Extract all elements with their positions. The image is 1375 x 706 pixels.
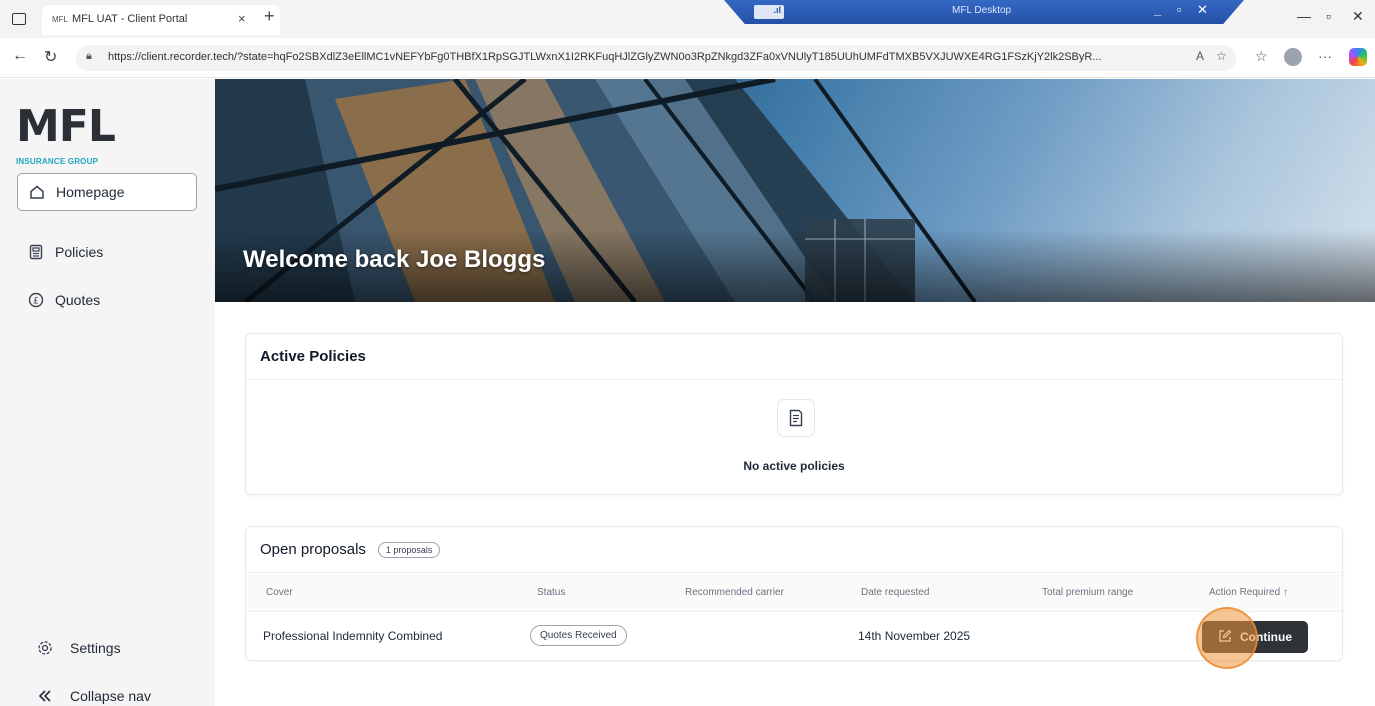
settings-label: Settings bbox=[70, 640, 121, 656]
url-text: https://client.recorder.tech/?state=hqFo… bbox=[108, 51, 1102, 63]
minimize-icon[interactable]: — bbox=[1297, 8, 1311, 24]
column-header-action[interactable]: Action Required ↑ bbox=[1209, 587, 1288, 598]
collapse-nav-label: Collapse nav bbox=[70, 688, 151, 704]
open-proposals-card: Open proposals 1 proposals Cover Status … bbox=[245, 526, 1343, 661]
refresh-icon[interactable]: ↻ bbox=[44, 47, 57, 67]
table-header: Cover Status Recommended carrier Date re… bbox=[246, 574, 1342, 612]
sidebar-item-settings[interactable]: Settings bbox=[36, 639, 121, 657]
home-icon bbox=[28, 183, 46, 201]
welcome-title: Welcome back Joe Bloggs bbox=[243, 246, 546, 273]
address-bar-row: ← ↻ 🔒︎ https://client.recorder.tech/?sta… bbox=[0, 38, 1375, 78]
sidebar-item-label: Policies bbox=[55, 244, 104, 260]
browser-tab[interactable]: MFL MFL UAT - Client Portal × bbox=[42, 5, 280, 35]
hero-banner: Welcome back Joe Bloggs bbox=[215, 79, 1375, 302]
column-header-date[interactable]: Date requested bbox=[861, 587, 929, 598]
restore-icon[interactable]: ▫ bbox=[1326, 8, 1331, 24]
open-proposals-header: Open proposals 1 proposals bbox=[246, 527, 1342, 573]
continue-label: Continue bbox=[1240, 630, 1292, 644]
remote-signal-icon: .ıl bbox=[754, 5, 784, 19]
sidebar-item-label: Homepage bbox=[56, 184, 125, 200]
remote-desktop-bar: .ıl MFL Desktop _ ▫ ✕ bbox=[724, 0, 1244, 24]
tab-favicon-icon: MFL bbox=[52, 15, 68, 24]
empty-state-text: No active policies bbox=[743, 459, 845, 473]
column-header-premium[interactable]: Total premium range bbox=[1042, 587, 1133, 598]
sidebar: MFL INSURANCE GROUP Homepage Policies £ … bbox=[0, 79, 215, 706]
active-policies-card: Active Policies No active policies bbox=[245, 333, 1343, 495]
column-header-carrier[interactable]: Recommended carrier bbox=[685, 587, 784, 598]
read-aloud-icon[interactable]: A bbox=[1196, 49, 1204, 63]
pound-icon: £ bbox=[27, 291, 45, 309]
more-menu-icon[interactable]: ··· bbox=[1318, 48, 1332, 64]
double-chevron-left-icon bbox=[36, 687, 54, 705]
logo-text: MFL bbox=[16, 101, 116, 152]
continue-button[interactable]: Continue bbox=[1202, 621, 1308, 653]
svg-text:£: £ bbox=[33, 297, 39, 307]
open-proposals-title: Open proposals bbox=[260, 541, 366, 558]
sidebar-item-quotes[interactable]: £ Quotes bbox=[17, 281, 197, 319]
policies-icon bbox=[27, 243, 45, 261]
tab-close-icon[interactable]: × bbox=[238, 11, 246, 26]
proposal-count-badge: 1 proposals bbox=[377, 541, 441, 558]
url-input[interactable]: 🔒︎ https://client.recorder.tech/?state=h… bbox=[76, 45, 1236, 71]
favorite-star-icon[interactable]: ☆ bbox=[1216, 49, 1227, 63]
remote-desktop-title: MFL Desktop bbox=[952, 5, 1012, 16]
gear-icon bbox=[36, 639, 54, 657]
active-policies-title: Active Policies bbox=[246, 334, 1342, 380]
logo-subtitle: INSURANCE GROUP bbox=[16, 157, 99, 166]
sidebar-item-label: Quotes bbox=[55, 292, 101, 308]
window-menu-icon[interactable] bbox=[12, 13, 26, 25]
document-icon bbox=[777, 399, 815, 437]
sidebar-item-homepage[interactable]: Homepage bbox=[17, 173, 197, 211]
browser-tab-bar: MFL MFL UAT - Client Portal × + .ıl MFL … bbox=[0, 0, 1375, 38]
profile-avatar[interactable] bbox=[1284, 48, 1302, 66]
tab-title: MFL UAT - Client Portal bbox=[72, 13, 188, 25]
cover-cell: Professional Indemnity Combined bbox=[263, 629, 443, 643]
column-header-status[interactable]: Status bbox=[537, 587, 565, 598]
site-info-icon[interactable]: 🔒︎ bbox=[86, 50, 92, 63]
copilot-icon[interactable] bbox=[1349, 48, 1367, 66]
close-window-icon[interactable]: ✕ bbox=[1352, 8, 1364, 25]
favorites-icon[interactable]: ☆ bbox=[1255, 48, 1268, 65]
sidebar-item-policies[interactable]: Policies bbox=[17, 233, 197, 271]
date-cell: 14th November 2025 bbox=[858, 629, 971, 643]
status-badge: Quotes Received bbox=[530, 625, 627, 646]
back-icon[interactable]: ← bbox=[12, 47, 28, 65]
remote-window-controls[interactable]: _ ▫ ✕ bbox=[1154, 2, 1214, 18]
table-row: Professional Indemnity Combined Quotes R… bbox=[246, 613, 1342, 659]
new-tab-button[interactable]: + bbox=[264, 6, 275, 27]
column-header-cover[interactable]: Cover bbox=[266, 587, 293, 598]
edit-icon bbox=[1218, 629, 1232, 646]
collapse-nav-button[interactable]: Collapse nav bbox=[36, 687, 151, 705]
